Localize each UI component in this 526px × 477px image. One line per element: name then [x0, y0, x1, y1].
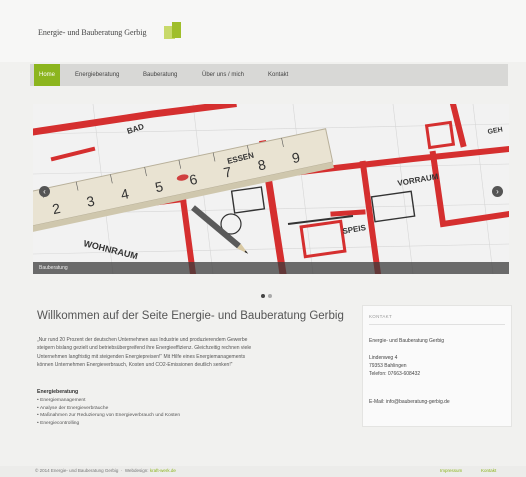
page-title: Willkommen auf der Seite Energie- und Ba… [37, 310, 344, 322]
slider-dot[interactable] [268, 294, 272, 298]
list-heading: Energieberatung [37, 389, 79, 395]
intro-paragraph: „Nur rund 20 Prozent der deutschen Unter… [37, 336, 337, 369]
main-content: Willkommen auf der Seite Energie- und Ba… [37, 310, 352, 426]
slider-pagination [261, 285, 275, 303]
nav-home[interactable]: Home [34, 64, 61, 86]
list-item: Energiecontrolling [37, 420, 180, 428]
intro-line: Unternehmen langfristig mit steigenden E… [37, 353, 246, 360]
divider [369, 324, 505, 325]
footer-link-kontakt[interactable]: Kontakt [481, 468, 496, 473]
logo-icon[interactable] [164, 22, 182, 40]
contact-street: Lindenweg 4 [369, 355, 398, 361]
nav-ueber-uns[interactable]: Über uns / mich [197, 64, 249, 86]
site-footer: © 2014 Energie- und Bauberatung Gerbig ·… [0, 466, 526, 477]
intro-line: können Unternehmen Energieverbrauch, Kos… [37, 361, 233, 368]
footer-copyright: © 2014 Energie- und Bauberatung Gerbig [35, 468, 119, 473]
image-slider[interactable]: 2 3 4 5 6 7 8 9 WOHNRAUM ESSEN VORRAUM S… [33, 104, 509, 274]
floor-plan-image: 2 3 4 5 6 7 8 9 WOHNRAUM ESSEN VORRAUM S… [33, 104, 509, 274]
list-item: Maßnahmen zur Reduzierung von Energiever… [37, 412, 180, 420]
footer-link-impressum[interactable]: Impressum [440, 468, 462, 473]
list-item: Analyse der Energieverbräuche [37, 405, 180, 413]
service-list: Energiemanagement Analyse der Energiever… [37, 397, 180, 427]
footer-copyright-line: © 2014 Energie- und Bauberatung Gerbig ·… [35, 468, 176, 473]
slider-dot-active[interactable] [261, 294, 265, 298]
intro-line: „Nur rund 20 Prozent der deutschen Unter… [37, 337, 248, 343]
contact-widget: KONTAKT Energie- und Bauberatung Gerbig … [362, 305, 512, 427]
nav-energieberatung[interactable]: Energieberatung [70, 64, 124, 86]
intro-line: steigern bislang gezielt und betriebsübe… [37, 345, 252, 352]
contact-company: Energie- und Bauberatung Gerbig [369, 338, 445, 344]
site-header: Energie- und Bauberatung Gerbig [0, 0, 526, 62]
slider-next-button[interactable]: › [492, 186, 503, 197]
footer-credit-link[interactable]: kraft-werk.de [150, 468, 176, 473]
widget-title: KONTAKT [369, 314, 393, 319]
site-title[interactable]: Energie- und Bauberatung Gerbig [38, 28, 146, 37]
nav-bauberatung[interactable]: Bauberatung [138, 64, 182, 86]
contact-city: 79353 Bahlingen [369, 363, 407, 369]
main-navigation: Home Energieberatung Bauberatung Über un… [30, 64, 508, 86]
nav-kontakt[interactable]: Kontakt [263, 64, 293, 86]
contact-phone: Telefon: 07663-608432 [369, 371, 421, 377]
contact-email[interactable]: E-Mail: info@bauberatung-gerbig.de [369, 399, 450, 407]
footer-credit-prefix: Webdesign: [124, 468, 149, 473]
list-item: Energiemanagement [37, 397, 180, 405]
slide-caption: Bauberatung [39, 265, 68, 271]
slider-prev-button[interactable]: ‹ [39, 186, 50, 197]
slide-caption-bar: Bauberatung [33, 262, 509, 274]
